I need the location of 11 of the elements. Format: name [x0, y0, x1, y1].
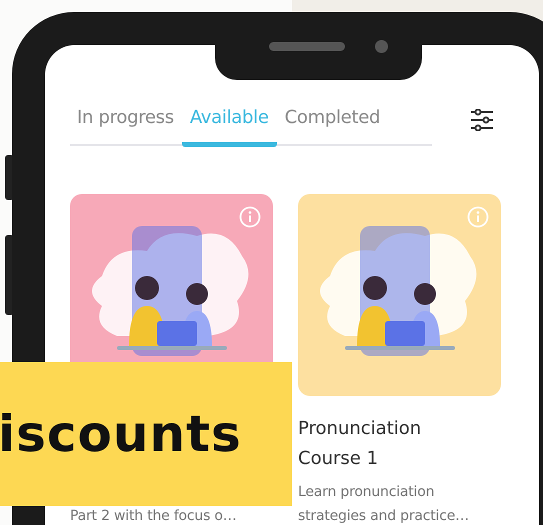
tab[interactable]: Available	[182, 103, 277, 147]
tab[interactable]: Completed	[276, 103, 388, 147]
course-description: Part 2 with the focus o…	[70, 507, 238, 525]
tab[interactable]: In progress	[70, 103, 182, 147]
course-title: Course 1	[298, 447, 380, 471]
filter-icon[interactable]	[470, 109, 494, 131]
banner-text: iscounts	[0, 405, 242, 463]
course-description: strategies and practice…	[298, 507, 470, 525]
course-description: Learn pronunciation	[298, 483, 436, 502]
course-illustration[interactable]	[298, 194, 501, 396]
course-title: Pronunciation	[298, 417, 422, 441]
